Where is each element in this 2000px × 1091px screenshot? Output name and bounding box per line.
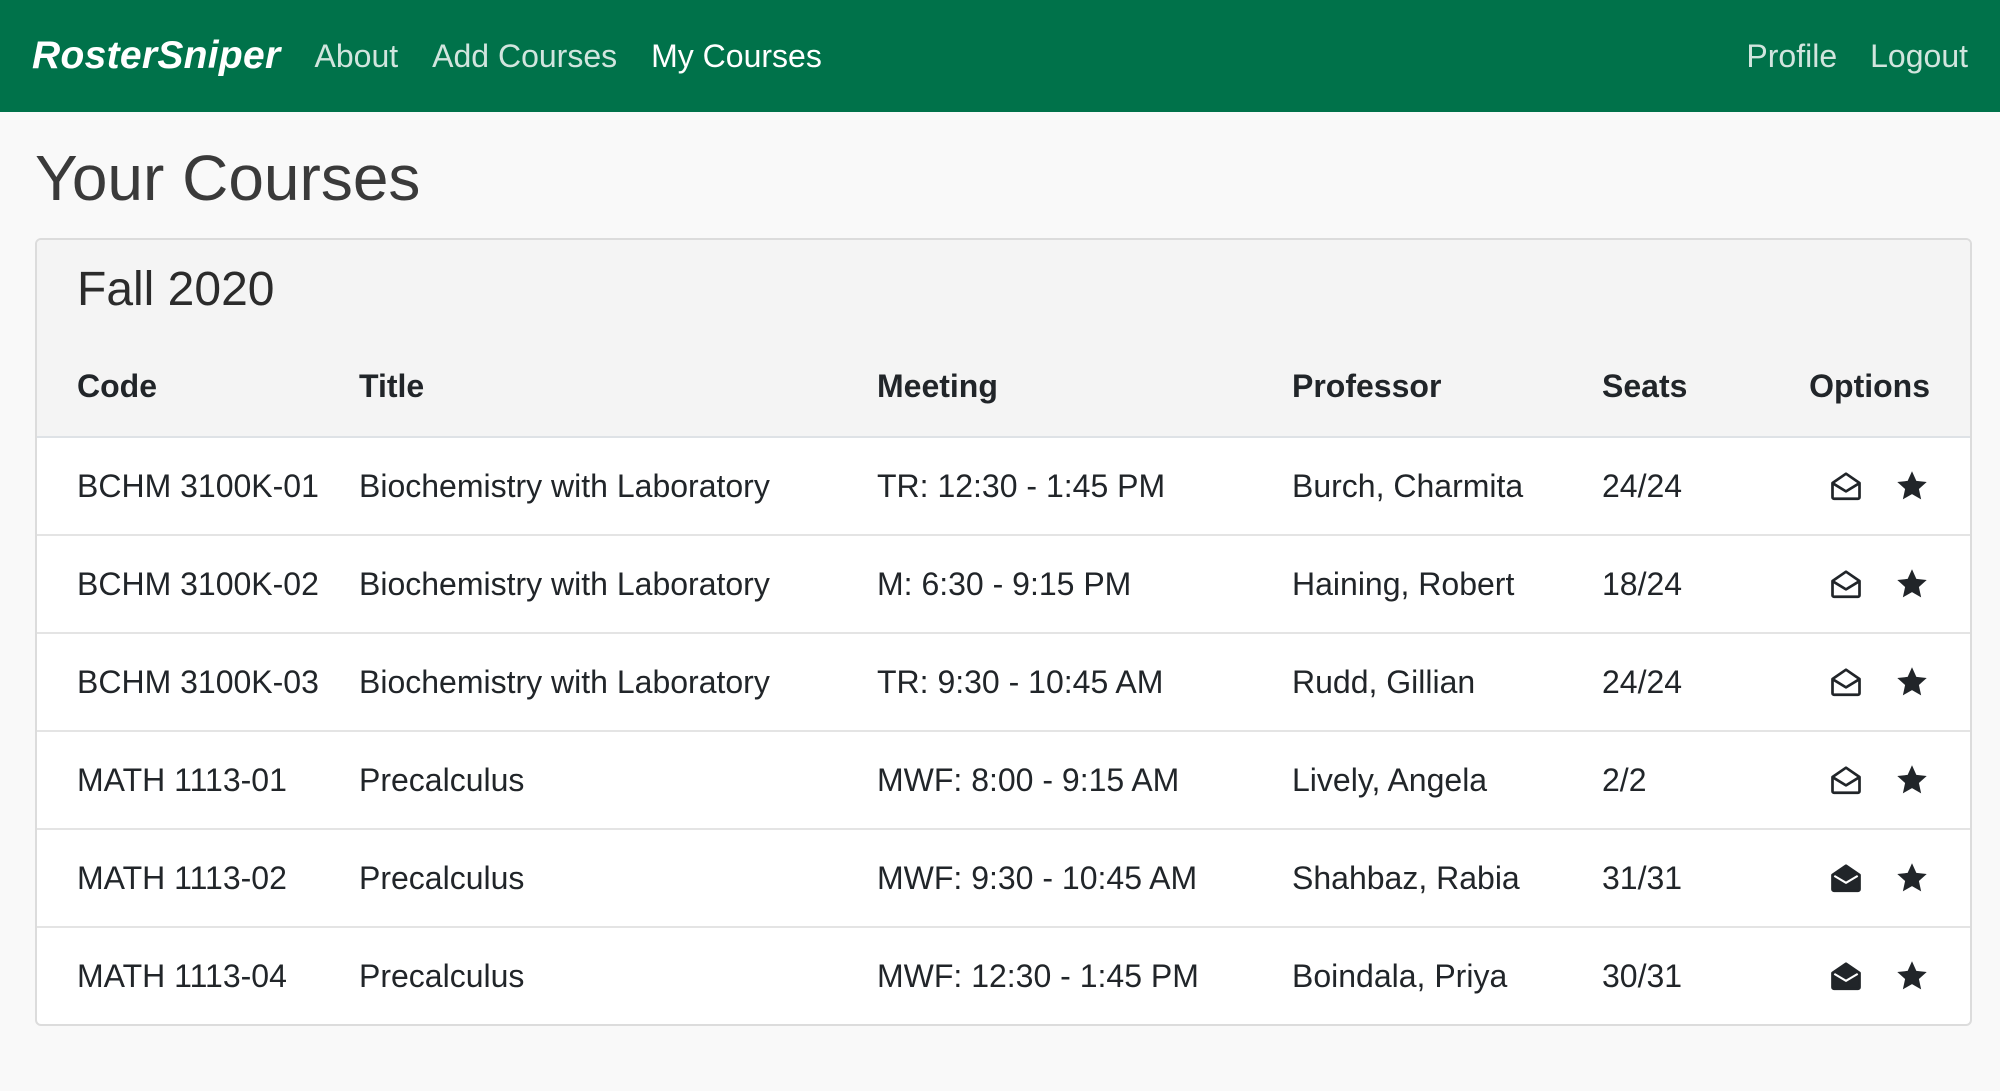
envelope-open-filled-icon[interactable] <box>1828 958 1864 994</box>
cell-title: Biochemistry with Laboratory <box>359 437 877 536</box>
header-title: Title <box>359 314 877 438</box>
table-header-row: Code Title Meeting Professor Seats Optio… <box>37 314 1970 438</box>
options-group <box>1768 566 1930 602</box>
header-options: Options <box>1768 314 1970 438</box>
envelope-open-outline-icon[interactable] <box>1828 664 1864 700</box>
cell-seats: 2/2 <box>1602 731 1768 830</box>
header-professor: Professor <box>1292 314 1602 438</box>
envelope-open-outline-icon[interactable] <box>1828 566 1864 602</box>
cell-code: BCHM 3100K-02 <box>37 535 359 634</box>
cell-professor: Burch, Charmita <box>1292 437 1602 536</box>
table-row: BCHM 3100K-01 Biochemistry with Laborator… <box>37 437 1970 536</box>
envelope-open-outline-icon[interactable] <box>1828 468 1864 504</box>
courses-table: Code Title Meeting Professor Seats Optio… <box>37 314 1970 1024</box>
cell-options <box>1768 927 1970 1024</box>
options-group <box>1768 664 1930 700</box>
cell-options <box>1768 633 1970 732</box>
cell-title: Precalculus <box>359 829 877 928</box>
options-group <box>1768 468 1930 504</box>
cell-code: BCHM 3100K-01 <box>37 437 359 536</box>
cell-meeting: MWF: 12:30 - 1:45 PM <box>877 957 1199 994</box>
page-title: Your Courses <box>35 142 421 214</box>
header-seats: Seats <box>1602 314 1768 438</box>
main-content: Your Courses Fall 2020 Code Title Meetin… <box>0 146 2000 1026</box>
cell-seats: 24/24 <box>1602 437 1768 536</box>
cell-seats: 24/24 <box>1602 633 1768 732</box>
cell-title: Biochemistry with Laboratory <box>359 535 877 634</box>
cell-professor: Haining, Robert <box>1292 535 1602 634</box>
cell-options <box>1768 437 1970 536</box>
nav-link-my-courses[interactable]: My Courses <box>651 38 822 75</box>
header-meeting: Meeting <box>877 314 1292 438</box>
cell-professor: Lively, Angela <box>1292 731 1602 830</box>
cell-meeting: MWF: 8:00 - 9:15 AM <box>877 731 1292 830</box>
star-icon[interactable] <box>1894 468 1930 504</box>
header-code: Code <box>37 314 359 438</box>
options-group <box>1768 958 1930 994</box>
term-card: Fall 2020 Code Title Meeting Professor S… <box>35 238 1972 1026</box>
cell-options <box>1768 535 1970 634</box>
cell-seats: 18/24 <box>1602 535 1768 634</box>
nav-link-about[interactable]: About <box>315 38 399 75</box>
table-row: MATH 1113-01 Precalculus MWF: 8:00 - 9:15 … <box>37 731 1970 830</box>
cell-title: Precalculus <box>359 731 877 830</box>
table-row: BCHM 3100K-02 Biochemistry with Laborator… <box>37 535 1970 634</box>
cell-meeting: TR: 9:30 - 10:45 AM <box>877 633 1292 732</box>
nav-link-add-courses[interactable]: Add Courses <box>432 38 617 75</box>
cell-code: MATH 1113-01 <box>37 731 359 830</box>
navbar: RosterSniper About Add Courses My Course… <box>0 0 2000 112</box>
star-icon[interactable] <box>1894 664 1930 700</box>
cell-meeting: TR: 12:30 - 1:45 PM <box>877 437 1292 536</box>
term-title: Fall 2020 <box>77 263 275 316</box>
brand-logo[interactable]: RosterSniper <box>32 34 281 78</box>
cell-title: Precalculus <box>359 957 525 994</box>
cell-code: MATH 1113-02 <box>37 829 359 928</box>
table-row: MATH 1113-04 Precalculus MWF: 12:30 - 1:45… <box>37 927 1970 1024</box>
nav-right: Profile Logout <box>1713 38 1968 75</box>
cell-seats: 31/31 <box>1602 829 1768 928</box>
cell-code: BCHM 3100K-03 <box>37 633 359 732</box>
star-icon[interactable] <box>1894 566 1930 602</box>
cell-professor: Rudd, Gillian <box>1292 633 1602 732</box>
star-icon[interactable] <box>1894 860 1930 896</box>
nav-link-logout[interactable]: Logout <box>1870 38 1968 75</box>
options-group <box>1768 762 1930 798</box>
star-icon[interactable] <box>1894 958 1930 994</box>
table-body: BCHM 3100K-01 Biochemistry with Laborator… <box>37 437 1970 1024</box>
table-row: MATH 1113-02 Precalculus MWF: 9:30 - 10:45… <box>37 829 1970 928</box>
star-icon[interactable] <box>1894 762 1930 798</box>
cell-meeting: M: 6:30 - 9:15 PM <box>877 535 1292 634</box>
cell-code: MATH 1113-04 <box>77 957 287 994</box>
table-row: BCHM 3100K-03 Biochemistry with Laborator… <box>37 633 1970 732</box>
cell-options <box>1768 829 1970 928</box>
envelope-open-filled-icon[interactable] <box>1828 860 1864 896</box>
nav-links: About Add Courses My Courses <box>305 38 846 75</box>
nav-link-profile[interactable]: Profile <box>1746 38 1837 75</box>
cell-meeting: MWF: 9:30 - 10:45 AM <box>877 829 1292 928</box>
cell-seats: 30/31 <box>1602 957 1683 994</box>
options-group <box>1768 860 1930 896</box>
cell-professor: Shahbaz, Rabia <box>1292 829 1602 928</box>
envelope-open-outline-icon[interactable] <box>1828 762 1864 798</box>
cell-professor: Boindala, Priya <box>1292 957 1508 994</box>
cell-title: Biochemistry with Laboratory <box>359 633 877 732</box>
cell-options <box>1768 731 1970 830</box>
card-header: Fall 2020 <box>37 240 1970 314</box>
